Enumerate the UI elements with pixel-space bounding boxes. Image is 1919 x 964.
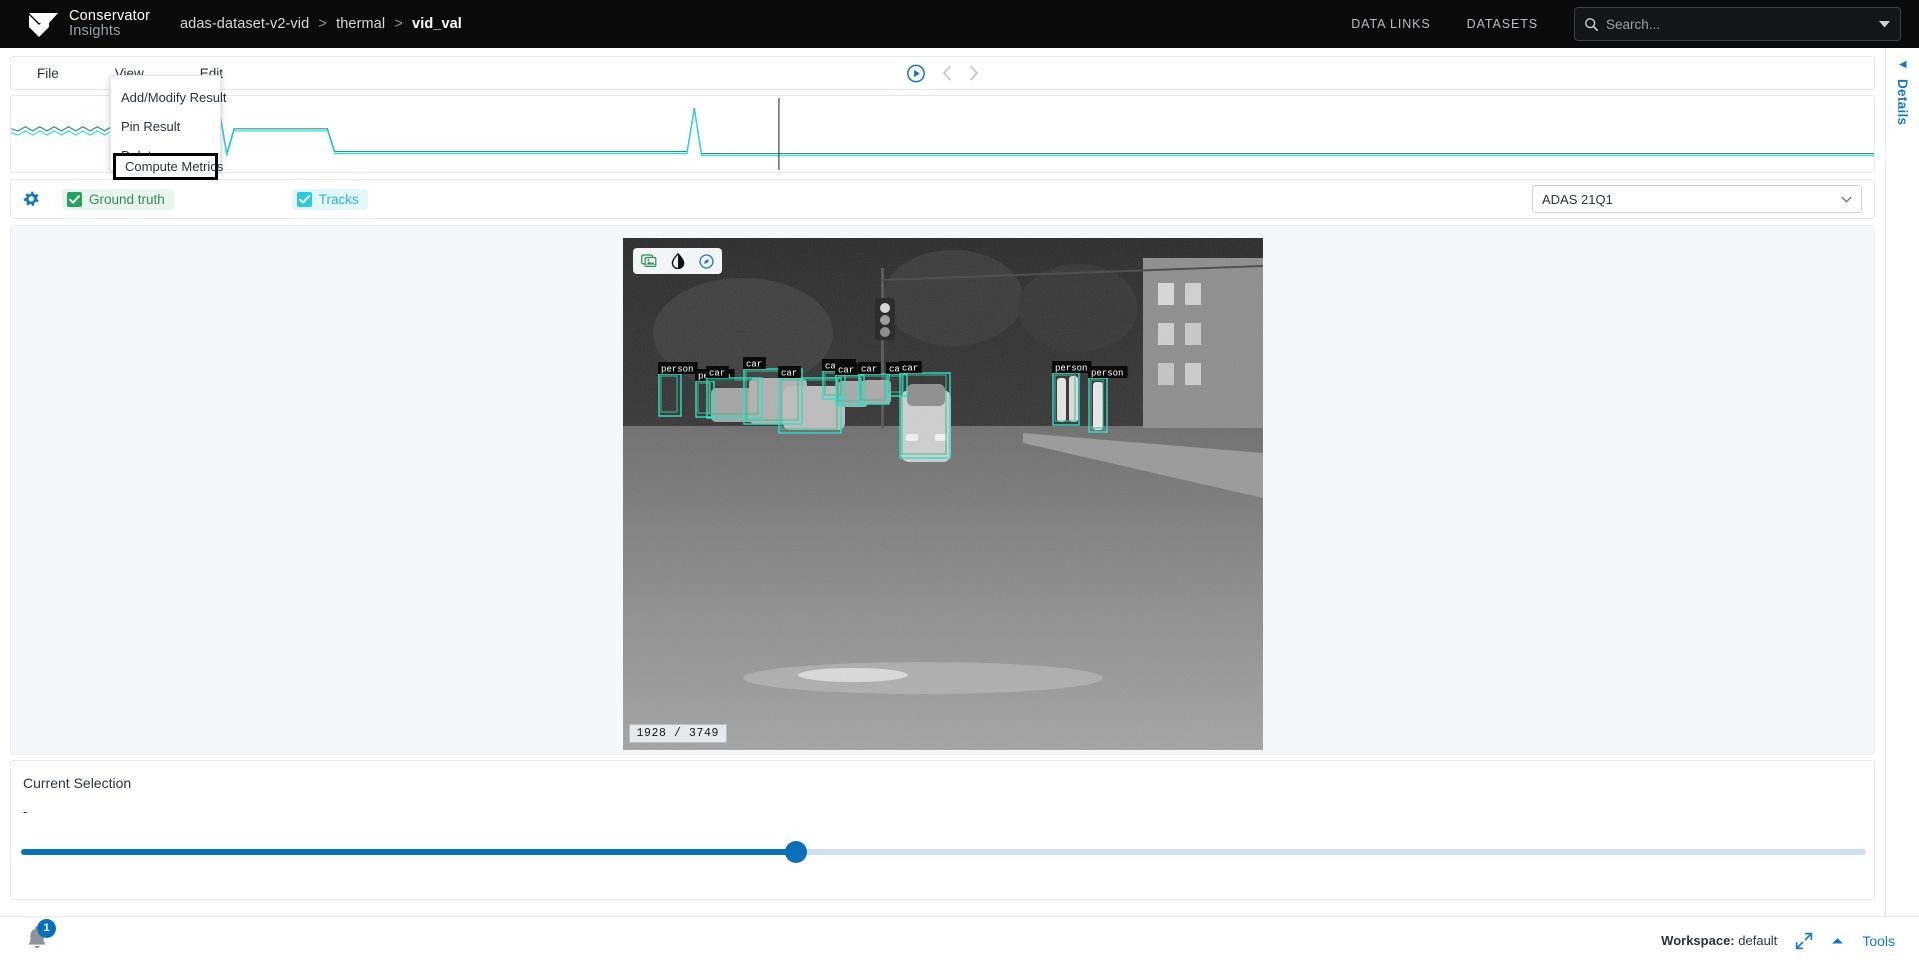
menu-item-compute-metrics[interactable]: Compute Metrics	[113, 153, 223, 180]
timeline-chart[interactable]	[11, 96, 1874, 172]
annotation-label: car	[709, 369, 725, 379]
frame-slider[interactable]	[21, 841, 1866, 863]
logo-line-1: Conservator	[69, 7, 151, 24]
nav-datasets[interactable]: DATASETS	[1449, 17, 1556, 31]
search-box[interactable]	[1574, 7, 1901, 41]
top-bar: Conservator Insights adas-dataset-v2-vid…	[0, 0, 1919, 48]
triangle-left-icon[interactable]	[1897, 60, 1908, 69]
search-icon	[1585, 17, 1598, 31]
previous-frame-button[interactable]	[941, 65, 952, 81]
annotation-label: car	[902, 364, 918, 374]
breadcrumb-mid[interactable]: thermal	[336, 16, 385, 32]
playback-controls	[906, 64, 979, 83]
frame-counter: 1928 / 3749	[628, 724, 728, 743]
annotation-label: car	[781, 369, 797, 379]
settings-gear-button[interactable]	[23, 191, 40, 208]
image-tools-toolbar	[632, 248, 722, 274]
workspace-label: Workspace:	[1661, 933, 1735, 948]
checkbox-ground-truth[interactable]: Ground truth	[62, 188, 174, 210]
check-icon	[69, 194, 80, 204]
timeline-waveform-card[interactable]	[10, 95, 1875, 173]
frame-slider-fill	[21, 849, 796, 855]
checkbox-tracks-box	[296, 191, 312, 207]
tools-button[interactable]: Tools	[1862, 933, 1895, 949]
current-selection-panel: Current Selection -	[10, 760, 1875, 900]
thermal-frame[interactable]: personpersoncarcarcarcar rcarcarcacarper…	[622, 238, 1263, 750]
current-selection-value: -	[23, 804, 28, 819]
chevron-down-icon	[1841, 195, 1852, 203]
arrow-chevrons-logo-icon	[20, 13, 58, 37]
play-circle-icon	[906, 64, 925, 82]
notification-badge: 1	[37, 918, 56, 938]
compass-icon[interactable]	[698, 253, 714, 269]
nav-data-links[interactable]: DATA LINKS	[1333, 17, 1448, 31]
details-panel-rail[interactable]: Details	[1885, 48, 1919, 964]
model-select[interactable]: ADAS 21Q1	[1532, 185, 1862, 213]
checkbox-ground-truth-box	[67, 191, 82, 207]
chart-series-tracks	[11, 110, 1874, 159]
breadcrumb-separator-2: >	[394, 16, 403, 32]
checkbox-tracks[interactable]: Tracks	[291, 188, 368, 210]
details-label: Details	[1895, 79, 1910, 126]
images-icon[interactable]	[640, 254, 657, 268]
breadcrumb-leaf[interactable]: vid_val	[412, 16, 462, 32]
annotation-label: person	[661, 365, 693, 375]
logo-line-2: Insights	[69, 23, 121, 39]
annotation-label: person	[1055, 364, 1087, 374]
status-bar: 1 Workspace: default Tools	[0, 916, 1919, 964]
current-selection-title: Current Selection	[23, 775, 132, 791]
chevron-down-icon[interactable]	[1878, 20, 1891, 29]
frame-slider-handle[interactable]	[784, 841, 807, 863]
app-logo[interactable]: Conservator Insights	[0, 7, 170, 39]
notifications-button[interactable]: 1	[24, 918, 58, 958]
annotation-label: car	[838, 366, 854, 376]
contrast-icon[interactable]	[671, 253, 685, 269]
image-viewer-stage[interactable]: personpersoncarcarcarcar rcarcarcacarper…	[10, 225, 1875, 755]
breadcrumb-root[interactable]: adas-dataset-v2-vid	[180, 16, 309, 32]
chevron-right-icon	[969, 65, 978, 81]
chart-series-ground-truth	[11, 108, 1874, 157]
breadcrumb-separator-1: >	[318, 16, 327, 32]
model-select-value: ADAS 21Q1	[1542, 191, 1613, 207]
top-nav: DATA LINKS DATASETS	[1333, 7, 1919, 41]
checkbox-ground-truth-label: Ground truth	[89, 191, 165, 207]
gear-icon	[23, 191, 39, 206]
workspace-indicator: Workspace: default	[1661, 933, 1777, 948]
search-input[interactable]	[1606, 16, 1878, 32]
menu-item-add-modify-result[interactable]: Add/Modify Result	[111, 83, 227, 112]
annotation-label: person	[1091, 369, 1123, 379]
check-icon	[298, 194, 310, 204]
breadcrumb[interactable]: adas-dataset-v2-vid > thermal > vid_val	[180, 16, 462, 32]
status-bar-right: Workspace: default Tools	[1661, 932, 1919, 950]
annotation-label: car	[861, 365, 877, 375]
annotation-label: car	[746, 360, 762, 370]
filter-toolbar: Ground truth Tracks ADAS 21Q1	[10, 179, 1875, 219]
next-frame-button[interactable]	[968, 65, 979, 81]
menu-file[interactable]: File	[25, 57, 71, 89]
chevron-up-icon[interactable]	[1831, 937, 1844, 945]
expand-arrows-icon[interactable]	[1795, 932, 1813, 950]
workspace-value: default	[1738, 933, 1778, 948]
menu-item-pin-result[interactable]: Pin Result	[111, 112, 220, 141]
play-button[interactable]	[906, 64, 925, 83]
checkbox-tracks-label: Tracks	[318, 191, 359, 207]
menu-bar: File View Edit	[10, 56, 1875, 90]
thermal-image: personpersoncarcarcarcar rcarcarcacarper…	[622, 238, 1263, 750]
chevron-left-icon	[942, 65, 951, 81]
annotation-label: ca	[889, 365, 900, 375]
